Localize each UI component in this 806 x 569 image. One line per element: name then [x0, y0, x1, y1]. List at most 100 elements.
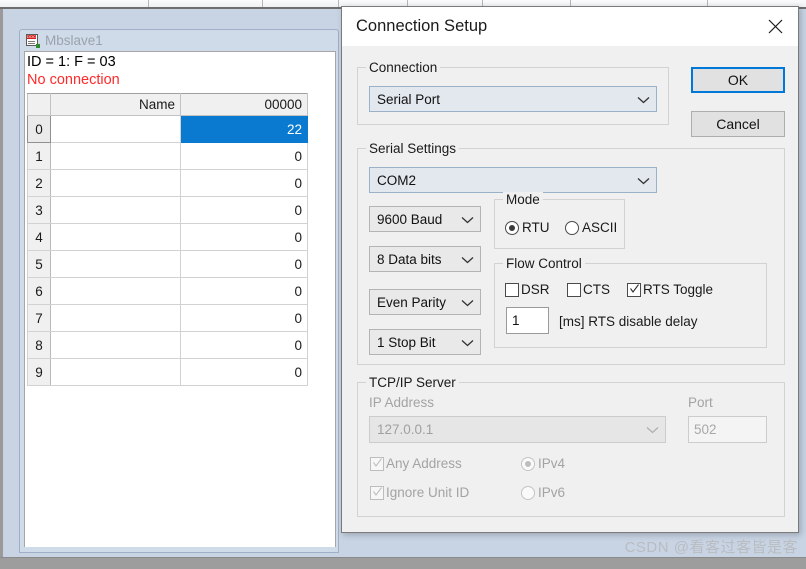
row-name-cell[interactable] — [50, 142, 181, 170]
table-row[interactable]: 7 0 — [27, 304, 308, 332]
cancel-button[interactable]: Cancel — [691, 111, 785, 137]
row-index-cell[interactable]: 9 — [27, 358, 51, 386]
table-row[interactable]: 2 0 — [27, 169, 308, 197]
row-name-cell[interactable] — [50, 358, 181, 386]
checkbox-rts-toggle-label: RTS Toggle — [643, 282, 714, 297]
status-bar — [0, 557, 806, 569]
port-label: Port — [688, 395, 713, 410]
checkbox-dsr[interactable]: DSR — [505, 282, 550, 297]
chevron-down-icon — [461, 295, 474, 310]
row-name-cell[interactable] — [50, 196, 181, 224]
connection-status-label: No connection — [27, 72, 120, 88]
checkbox-ignore-unit-id[interactable]: Ignore Unit ID — [370, 485, 469, 500]
table-row[interactable]: 8 0 — [27, 331, 308, 359]
table-row[interactable]: 4 0 — [27, 223, 308, 251]
ip-address-select[interactable]: 127.0.0.1 — [369, 416, 666, 443]
radio-ipv4[interactable]: IPv4 — [521, 456, 565, 471]
row-value-cell[interactable]: 0 — [180, 223, 308, 251]
row-index-cell[interactable]: 5 — [27, 250, 51, 278]
checkbox-icon-checked-disabled — [370, 456, 384, 471]
dialog-title: Connection Setup — [356, 17, 488, 35]
port-input[interactable]: 502 — [688, 416, 767, 443]
radio-mode-rtu-label: RTU — [522, 220, 550, 235]
row-value-cell[interactable]: 0 — [180, 277, 308, 305]
row-name-cell[interactable] — [50, 304, 181, 332]
row-value-cell[interactable]: 0 — [180, 331, 308, 359]
connection-group: Connection Serial Port — [357, 60, 669, 125]
close-icon[interactable] — [752, 8, 798, 46]
column-header-index[interactable] — [27, 93, 51, 116]
port-value: 502 — [694, 422, 717, 437]
row-value-cell[interactable]: 0 — [180, 304, 308, 332]
row-name-cell[interactable] — [50, 115, 181, 143]
connection-type-select[interactable]: Serial Port — [369, 86, 657, 112]
mdi-titlebar[interactable]: DOC Mbslave1 — [20, 30, 338, 51]
row-value-cell[interactable]: 0 — [180, 142, 308, 170]
watermark-text: CSDN @看客过客皆是客 — [624, 539, 798, 556]
chevron-down-icon — [461, 252, 474, 267]
radio-icon-selected — [505, 220, 519, 235]
checkbox-any-address[interactable]: Any Address — [370, 456, 462, 471]
row-index-cell[interactable]: 0 — [27, 115, 51, 143]
row-index-cell[interactable]: 6 — [27, 277, 51, 305]
baud-rate-value: 9600 Baud — [377, 211, 443, 227]
row-index-cell[interactable]: 1 — [27, 142, 51, 170]
row-name-cell[interactable] — [50, 169, 181, 197]
radio-mode-ascii[interactable]: ASCII — [565, 220, 617, 235]
table-row[interactable]: 1 0 — [27, 142, 308, 170]
data-bits-select[interactable]: 8 Data bits — [369, 246, 481, 272]
row-name-cell[interactable] — [50, 223, 181, 251]
chevron-down-icon — [461, 212, 474, 227]
connection-group-legend: Connection — [366, 60, 441, 75]
radio-ipv6[interactable]: IPv6 — [521, 485, 565, 500]
table-row[interactable]: 9 0 — [27, 358, 308, 386]
serial-port-value: COM2 — [377, 172, 417, 188]
stop-bits-value: 1 Stop Bit — [377, 334, 436, 350]
checkbox-icon-checked-disabled — [370, 485, 384, 500]
radio-icon-disabled — [521, 485, 535, 500]
column-header-address[interactable]: 00000 — [180, 93, 308, 116]
mode-group: Mode RTU ASCII — [494, 192, 625, 249]
checkbox-cts[interactable]: CTS — [567, 282, 610, 297]
checkbox-dsr-label: DSR — [521, 282, 550, 297]
connection-type-value: Serial Port — [377, 91, 441, 107]
table-row[interactable]: 5 0 — [27, 250, 308, 278]
row-name-cell[interactable] — [50, 277, 181, 305]
table-row[interactable]: 0 22 — [27, 115, 308, 143]
row-name-cell[interactable] — [50, 331, 181, 359]
radio-mode-rtu[interactable]: RTU — [505, 220, 550, 235]
row-value-cell[interactable]: 0 — [180, 358, 308, 386]
row-value-cell[interactable]: 0 — [180, 196, 308, 224]
grid-header-row: Name 00000 — [27, 93, 308, 116]
flow-control-legend: Flow Control — [503, 256, 585, 271]
tcpip-server-legend: TCP/IP Server — [366, 375, 459, 390]
ok-button[interactable]: OK — [691, 67, 785, 93]
stop-bits-select[interactable]: 1 Stop Bit — [369, 329, 481, 355]
rts-disable-delay-input[interactable]: 1 — [506, 307, 549, 334]
serial-port-select[interactable]: COM2 — [369, 167, 657, 193]
mdi-child-window-mbslave1[interactable]: DOC Mbslave1 ID = 1: F = 03 No connectio… — [19, 29, 339, 553]
toolbar-separator — [148, 0, 149, 7]
toolbar-separator — [262, 0, 263, 7]
row-index-cell[interactable]: 2 — [27, 169, 51, 197]
table-row[interactable]: 6 0 — [27, 277, 308, 305]
row-index-cell[interactable]: 8 — [27, 331, 51, 359]
parity-select[interactable]: Even Parity — [369, 289, 481, 315]
column-header-name[interactable]: Name — [50, 93, 181, 116]
row-index-cell[interactable]: 4 — [27, 223, 51, 251]
row-value-cell[interactable]: 0 — [180, 250, 308, 278]
table-row[interactable]: 3 0 — [27, 196, 308, 224]
baud-rate-select[interactable]: 9600 Baud — [369, 206, 481, 232]
row-index-cell[interactable]: 7 — [27, 304, 51, 332]
row-value-cell-selected[interactable]: 22 — [180, 115, 308, 143]
chevron-down-icon — [461, 335, 474, 350]
ok-button-label: OK — [727, 72, 749, 88]
mode-group-legend: Mode — [503, 192, 543, 207]
row-value-cell[interactable]: 0 — [180, 169, 308, 197]
checkbox-rts-toggle[interactable]: RTS Toggle — [627, 282, 713, 297]
register-data-grid[interactable]: Name 00000 0 22 1 0 2 0 3 0 4 0 5 0 6 0 … — [27, 93, 308, 386]
dialog-titlebar[interactable]: Connection Setup — [342, 7, 798, 46]
row-index-cell[interactable]: 3 — [27, 196, 51, 224]
checkbox-icon — [567, 282, 581, 297]
row-name-cell[interactable] — [50, 250, 181, 278]
